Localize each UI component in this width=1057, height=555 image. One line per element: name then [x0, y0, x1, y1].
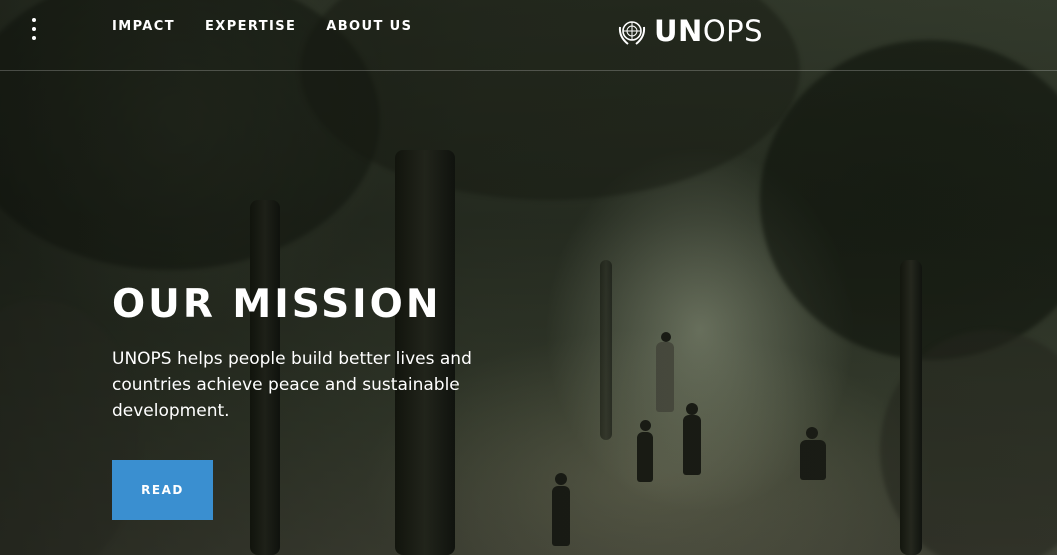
unops-logo[interactable]: UNOPS [616, 14, 763, 48]
read-button[interactable]: READ [112, 460, 213, 520]
main-nav: IMPACT EXPERTISE ABOUT US [112, 19, 412, 34]
un-emblem-icon [618, 21, 646, 45]
top-navigation: IMPACT EXPERTISE ABOUT US UNOPS [0, 0, 1057, 71]
nav-link-impact[interactable]: IMPACT [112, 19, 175, 34]
hero-section: IMPACT EXPERTISE ABOUT US UNOPS OUR MISS… [0, 0, 1057, 555]
nav-link-about-us[interactable]: ABOUT US [326, 19, 412, 34]
mission-description: UNOPS helps people build better lives an… [112, 349, 472, 421]
mission-title: OUR MISSION [112, 282, 442, 327]
nav-link-expertise[interactable]: EXPERTISE [205, 19, 296, 34]
logo-wordmark: UNOPS [654, 14, 764, 48]
menu-dots-icon[interactable] [28, 16, 40, 42]
